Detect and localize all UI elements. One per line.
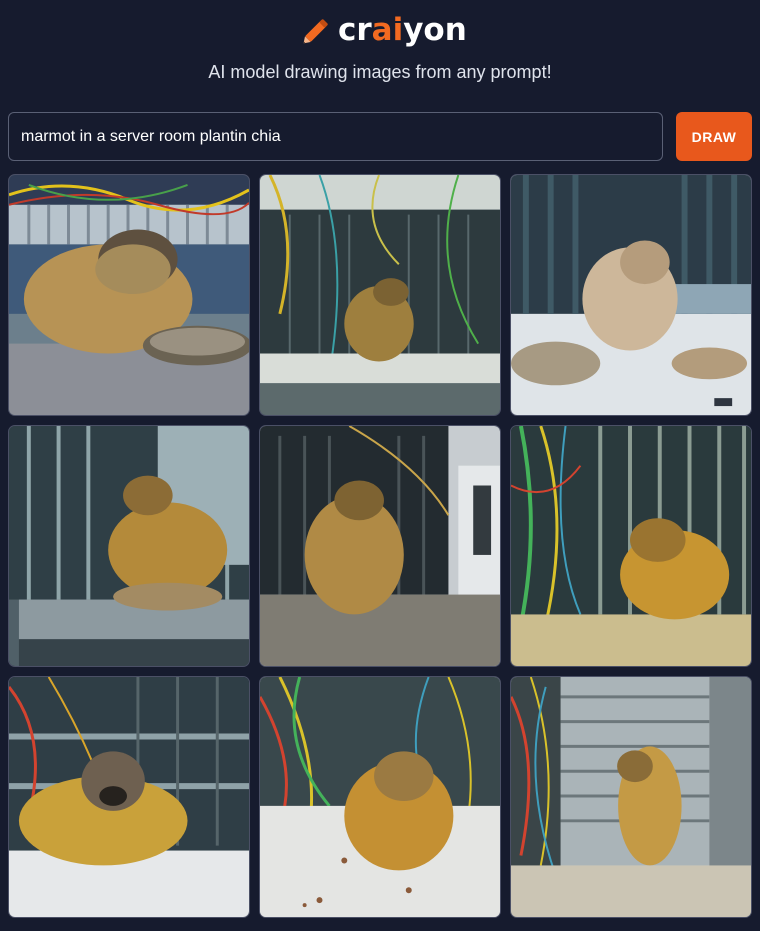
results-grid xyxy=(8,174,752,918)
result-image-9-picture xyxy=(511,677,751,917)
logo-text-suffix: yon xyxy=(403,12,467,48)
result-image-4-picture xyxy=(9,426,249,666)
craiyon-logo[interactable]: craiyon xyxy=(300,10,467,50)
result-image-6[interactable] xyxy=(510,425,752,667)
prompt-input[interactable] xyxy=(8,112,663,161)
result-image-8-picture xyxy=(260,677,500,917)
pencil-icon xyxy=(300,13,334,47)
result-image-3[interactable] xyxy=(510,174,752,416)
result-image-1-picture xyxy=(9,175,249,415)
result-image-8[interactable] xyxy=(259,676,501,918)
result-image-7-picture xyxy=(9,677,249,917)
draw-button[interactable]: DRAW xyxy=(676,112,752,161)
logo-text-accent: ai xyxy=(371,12,404,48)
result-image-1[interactable] xyxy=(8,174,250,416)
result-image-9[interactable] xyxy=(510,676,752,918)
header: craiyon AI model drawing images from any… xyxy=(0,0,760,110)
result-image-5[interactable] xyxy=(259,425,501,667)
result-image-4[interactable] xyxy=(8,425,250,667)
result-image-6-picture xyxy=(511,426,751,666)
result-image-3-picture xyxy=(511,175,751,415)
result-image-7[interactable] xyxy=(8,676,250,918)
prompt-form: DRAW xyxy=(8,112,752,162)
logo-wordmark: craiyon xyxy=(338,12,467,48)
tagline: AI model drawing images from any prompt! xyxy=(208,62,552,82)
result-image-2-picture xyxy=(260,175,500,415)
result-image-5-picture xyxy=(260,426,500,666)
result-image-2[interactable] xyxy=(259,174,501,416)
logo-text-prefix: cr xyxy=(338,12,372,48)
